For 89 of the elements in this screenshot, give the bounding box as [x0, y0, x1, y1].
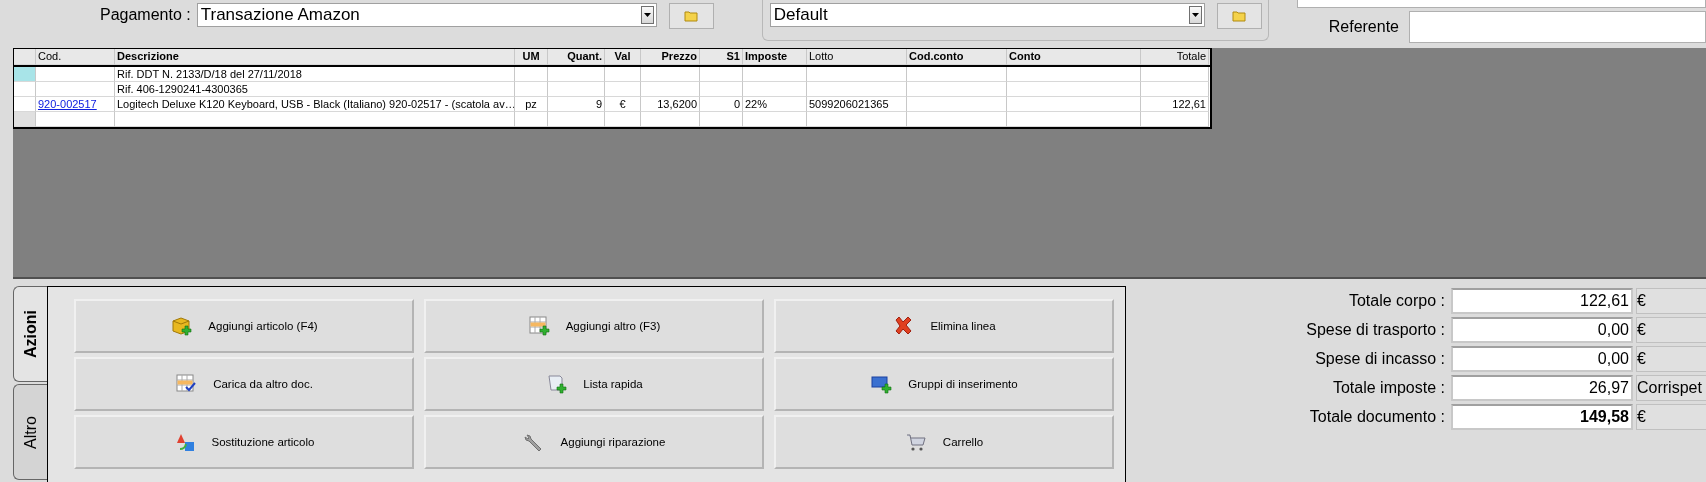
column-header[interactable]: Val [605, 49, 641, 66]
action-button[interactable]: Lista rapida [424, 357, 764, 411]
table-cell [641, 112, 700, 128]
total-label: Totale documento : [1309, 408, 1445, 426]
referente-field[interactable] [1409, 11, 1706, 43]
grid-check-icon [175, 373, 198, 395]
payment-dropdown[interactable]: Transazione Amazon [196, 3, 657, 27]
side-tab[interactable]: Azioni [13, 286, 47, 382]
table-cell: € [605, 97, 641, 113]
table-cell: Logitech Deluxe K120 Keyboard, USB - Black (Italiano) 920-02517 - (scatola av… [115, 97, 515, 113]
column-header[interactable]: Quant. [548, 49, 605, 66]
box-plus-icon [170, 315, 193, 337]
profile-dropdown[interactable]: Default [769, 3, 1205, 27]
table-cell [1141, 112, 1209, 128]
table-cell: 0 [700, 97, 743, 113]
folder-icon [1232, 10, 1247, 22]
total-field[interactable]: 26,97 [1451, 375, 1633, 401]
table-cell [743, 82, 807, 98]
currency-field: € [1636, 404, 1706, 430]
total-field[interactable]: 149,58 [1451, 404, 1633, 430]
column-header[interactable]: Lotto [807, 49, 907, 66]
action-button[interactable]: Aggiungi altro (F3) [424, 299, 764, 353]
action-button[interactable]: Elimina linea [774, 299, 1114, 353]
table-cell: 13,6200 [641, 97, 700, 113]
table-cell: 5099206021365 [807, 97, 907, 113]
table-cell [700, 112, 743, 128]
action-button[interactable]: Carica da altro doc. [74, 357, 414, 411]
table-cell [1141, 82, 1209, 98]
table-cell: 122,61 [1141, 97, 1209, 113]
table-cell [605, 67, 641, 83]
folder-icon [684, 10, 699, 22]
referente-label: Referente [1328, 18, 1399, 36]
table-cell [641, 82, 700, 98]
table-cell: Rif. DDT N. 2133/D/18 del 27/11/2018 [115, 67, 515, 83]
table-cell [700, 67, 743, 83]
table-cell [515, 82, 548, 98]
currency-field: Corrispet [1636, 375, 1706, 401]
grid-plus-icon [527, 315, 550, 337]
action-button[interactable]: Carrello [774, 415, 1114, 469]
column-header[interactable]: Imposte [743, 49, 807, 66]
column-header[interactable]: UM [515, 49, 548, 66]
table-cell [641, 67, 700, 83]
action-button[interactable]: Gruppi di inserimento [774, 357, 1114, 411]
action-button[interactable]: Aggiungi articolo (F4) [74, 299, 414, 353]
column-header[interactable]: Descrizione [115, 49, 515, 66]
folder-button[interactable] [668, 3, 714, 29]
row-header[interactable] [14, 112, 36, 128]
table-cell: pz [515, 97, 548, 113]
table-cell [743, 67, 807, 83]
payment-label: Pagamento : [100, 6, 191, 24]
column-header[interactable]: Prezzo [641, 49, 700, 66]
table-cell [605, 112, 641, 128]
table-cell [1141, 67, 1209, 83]
action-button[interactable]: Aggiungi riparazione [424, 415, 764, 469]
column-header[interactable]: Cod.conto [907, 49, 1007, 66]
header-corner [14, 49, 36, 66]
table-cell [548, 67, 605, 83]
column-header[interactable]: Totale [1141, 49, 1209, 66]
table-cell [548, 112, 605, 128]
text-field[interactable] [1296, 0, 1706, 8]
currency-field: € [1636, 317, 1706, 343]
table-cell [515, 67, 548, 83]
total-label: Totale corpo : [1348, 292, 1445, 310]
currency-field: € [1636, 346, 1706, 372]
column-header[interactable]: Cod. [36, 49, 115, 66]
table-cell [605, 82, 641, 98]
scroll-plus-icon [545, 373, 568, 395]
cart-icon [904, 431, 927, 453]
action-button[interactable]: Sostituzione articolo [74, 415, 414, 469]
table-cell [548, 82, 605, 98]
code-link[interactable]: 920-002517 [38, 98, 97, 111]
total-label: Spese di incasso : [1315, 350, 1445, 368]
total-label: Spese di trasporto : [1306, 321, 1445, 339]
window-plus-icon [870, 373, 893, 395]
folder-button[interactable] [1216, 3, 1262, 29]
table-cell: 9 [548, 97, 605, 113]
table-cell [700, 82, 743, 98]
total-field[interactable]: 122,61 [1451, 288, 1633, 314]
column-header[interactable]: S1 [700, 49, 743, 66]
table-cell: 22% [743, 97, 807, 113]
column-header[interactable]: Conto [1007, 49, 1141, 66]
table-cell [515, 112, 548, 128]
side-tab[interactable]: Altro [13, 384, 47, 480]
total-label: Totale imposte : [1332, 379, 1445, 397]
table-cell [743, 112, 807, 128]
total-field[interactable]: 0,00 [1451, 317, 1633, 343]
table-cell: Rif. 406-1290241-4300365 [115, 82, 515, 98]
total-field[interactable]: 0,00 [1451, 346, 1633, 372]
currency-field: € [1636, 288, 1706, 314]
